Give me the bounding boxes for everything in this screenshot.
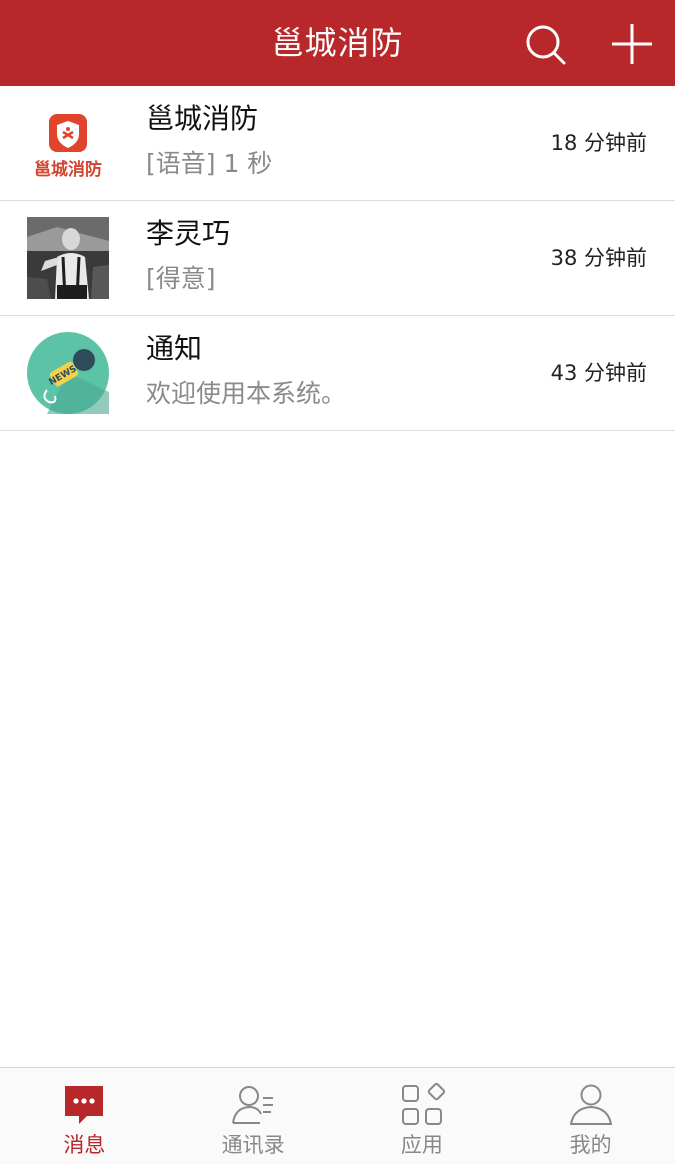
top-nav-bar: 邕城消防 — [0, 0, 675, 86]
search-button[interactable] — [520, 18, 572, 70]
chat-bubble-icon — [65, 1086, 104, 1124]
user-photo — [27, 217, 109, 299]
profile-icon — [569, 1084, 612, 1125]
conversation-name: 邕城消防 — [146, 102, 259, 135]
tab-label: 消息 — [63, 1133, 106, 1157]
tab-profile[interactable]: 我的 — [506, 1068, 675, 1164]
search-icon — [526, 25, 566, 65]
conversation-preview: 欢迎使用本系统。 — [146, 379, 347, 408]
tab-contacts[interactable]: 通讯录 — [169, 1068, 338, 1164]
plus-icon — [612, 24, 652, 64]
conversation-name: 李灵巧 — [146, 217, 231, 250]
tab-apps[interactable]: 应用 — [338, 1068, 507, 1164]
svg-text:邕城消防: 邕城消防 — [34, 159, 102, 180]
apps-grid-icon — [401, 1082, 445, 1125]
add-button[interactable] — [606, 18, 658, 70]
conversation-name: 通知 — [146, 332, 203, 365]
conversation-time: 18 分钟前 — [550, 131, 647, 155]
bottom-tab-bar: 消息 通讯录 应用 我的 — [0, 1067, 675, 1164]
tab-label: 应用 — [400, 1133, 443, 1157]
tab-label: 通讯录 — [221, 1133, 285, 1157]
contacts-icon — [232, 1086, 274, 1124]
conversation-preview: [得意] — [146, 264, 216, 293]
conversation-time: 38 分钟前 — [550, 246, 647, 270]
conversation-item[interactable]: 邕城消防 邕城消防 [语音] 1 秒 18 分钟前 — [0, 86, 675, 201]
conversation-time: 43 分钟前 — [550, 361, 647, 385]
conversation-item[interactable]: 李灵巧 [得意] 38 分钟前 — [0, 201, 675, 316]
conversation-item[interactable]: NEWS 通知 欢迎使用本系统。 43 分钟前 — [0, 316, 675, 431]
tab-messages[interactable]: 消息 — [0, 1068, 169, 1164]
tab-label: 我的 — [569, 1133, 612, 1157]
news-microphone-icon: NEWS — [27, 332, 109, 414]
fire-department-logo: 邕城消防 — [27, 102, 109, 184]
page-title: 邕城消防 — [271, 24, 404, 62]
conversation-list: 邕城消防 邕城消防 [语音] 1 秒 18 分钟前 李灵巧 [得意] 38 分钟… — [0, 86, 675, 431]
conversation-preview: [语音] 1 秒 — [146, 149, 273, 178]
app-screen: 邕城消防 邕城消防 邕城消防 [语音] 1 秒 18 分钟前 李灵巧 [得意] … — [0, 0, 675, 1164]
